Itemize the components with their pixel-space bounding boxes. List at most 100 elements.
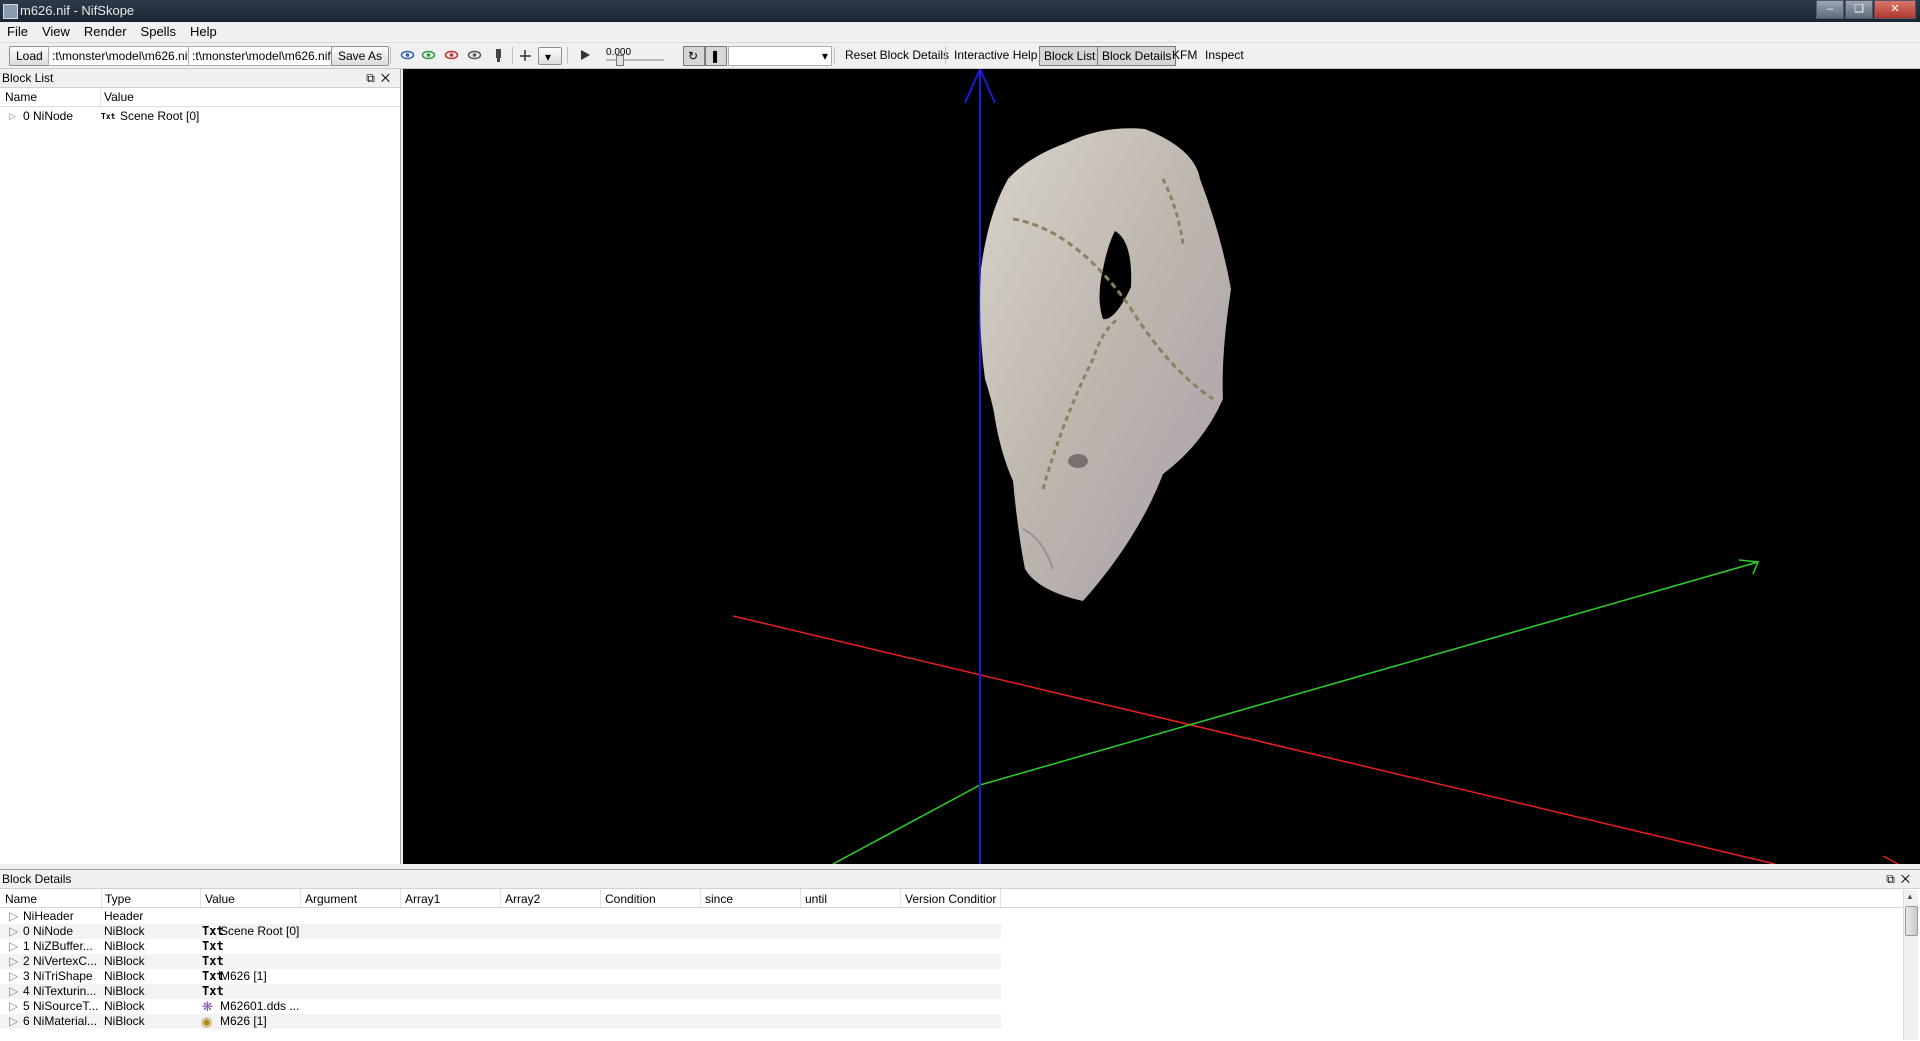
eye-gray-icon[interactable] xyxy=(467,48,482,62)
maximize-icon[interactable]: ❑ xyxy=(1845,0,1873,19)
save-path-field[interactable]: :t\monster\model\m626.nif xyxy=(188,46,334,66)
time-slider[interactable] xyxy=(606,59,664,61)
material-icon: ◉ xyxy=(201,1014,213,1029)
menu-spells[interactable]: Spells xyxy=(134,22,183,41)
menu-render[interactable]: Render xyxy=(77,22,134,41)
row-name: 2 NiVertexC... xyxy=(23,954,98,968)
table-row[interactable]: ▷ 6 NiMaterial... NiBlock ◉ M626 [1] xyxy=(0,1014,1001,1029)
expand-icon[interactable]: ▷ xyxy=(9,1014,18,1029)
txt-icon: Txt xyxy=(202,939,224,953)
expand-icon[interactable]: ▷ xyxy=(9,984,18,999)
column-since[interactable]: since xyxy=(705,892,733,906)
float-icon[interactable]: ⧉ xyxy=(1886,872,1901,886)
row-name: 1 NiZBuffer... xyxy=(23,939,93,953)
loop-icon[interactable]: ↻ xyxy=(683,46,705,66)
column-type[interactable]: Type xyxy=(105,892,131,906)
window-controls: – ❑ ✕ xyxy=(1815,0,1916,19)
table-row[interactable]: ▷ 2 NiVertexC... NiBlock Txt xyxy=(0,954,1001,969)
minimize-icon[interactable]: – xyxy=(1816,0,1844,19)
column-value[interactable]: Value xyxy=(205,892,235,906)
y-axis-lower xyxy=(832,784,981,864)
column-array2[interactable]: Array2 xyxy=(505,892,540,906)
row-name: 3 NiTriShape xyxy=(23,969,93,983)
menu-file[interactable]: File xyxy=(0,22,35,41)
column-array1[interactable]: Array1 xyxy=(405,892,440,906)
row-value: M626 [1] xyxy=(220,1014,267,1028)
details-scrollbar[interactable]: ▲ xyxy=(1903,890,1918,1040)
expand-icon[interactable]: ▷ xyxy=(9,999,18,1014)
float-icon[interactable]: ⧉ xyxy=(366,71,381,85)
expand-icon[interactable]: ▷ xyxy=(9,939,18,954)
row-type: NiBlock xyxy=(104,969,145,983)
expand-icon[interactable]: ▷ xyxy=(9,969,18,984)
row-type: NiBlock xyxy=(104,939,145,953)
row-type: NiBlock xyxy=(104,924,145,938)
table-row[interactable]: ▷ NiHeader Header xyxy=(0,909,1001,924)
block-details-title-bar: Block Details ⧉✕ xyxy=(0,870,1920,889)
eye-green-icon[interactable] xyxy=(421,48,436,62)
render-viewport[interactable] xyxy=(403,69,1920,864)
row-type: NiBlock xyxy=(104,1014,145,1028)
switch-icon[interactable]: ❚ xyxy=(705,46,727,66)
table-row[interactable]: ▷ 1 NiZBuffer... NiBlock Txt xyxy=(0,939,1001,954)
scroll-up-icon[interactable]: ▲ xyxy=(1906,892,1914,901)
expand-icon[interactable]: ▷ xyxy=(9,924,18,939)
eye-red-icon[interactable] xyxy=(444,48,459,62)
save-as-button[interactable]: Save As xyxy=(331,46,390,66)
row-name: 5 NiSourceT... xyxy=(23,999,99,1013)
kfm-button[interactable]: KFM xyxy=(1172,46,1197,64)
table-row[interactable]: ▷ 0 NiNode NiBlock Txt Scene Root [0] xyxy=(0,924,1001,939)
row-name: NiHeader xyxy=(23,909,74,923)
inspect-button[interactable]: Inspect xyxy=(1205,46,1244,64)
column-name[interactable]: Name xyxy=(5,90,37,104)
load-path-field[interactable]: :t\monster\model\m626.nif xyxy=(48,46,191,66)
panel-close-icon[interactable]: ✕ xyxy=(381,71,396,85)
table-row[interactable]: ▷ 4 NiTexturin... NiBlock Txt xyxy=(0,984,1001,999)
column-until[interactable]: until xyxy=(805,892,827,906)
expand-icon[interactable]: ▷ xyxy=(9,909,18,924)
interactive-help-button[interactable]: Interactive Help xyxy=(954,46,1037,64)
block-details-header: Name Type Value Argument Array1 Array2 C… xyxy=(0,889,1920,908)
eye-blue-icon[interactable] xyxy=(400,48,415,62)
block-list-header: Name Value xyxy=(0,88,400,107)
time-slider-handle[interactable] xyxy=(616,55,624,66)
panel-close-icon[interactable]: ✕ xyxy=(1901,872,1916,886)
close-icon[interactable]: ✕ xyxy=(1874,0,1916,19)
view-dropdown[interactable]: ▾ xyxy=(538,47,562,65)
load-button[interactable]: Load xyxy=(9,46,50,66)
app-icon xyxy=(3,4,18,19)
table-row[interactable]: ▷ 3 NiTriShape NiBlock Txt M626 [1] xyxy=(0,969,1001,984)
play-icon[interactable] xyxy=(578,48,593,62)
row-value: M62601.dds ... xyxy=(220,999,300,1013)
block-list-toggle[interactable]: Block List xyxy=(1039,46,1101,66)
column-value[interactable]: Value xyxy=(104,90,134,104)
menu-help[interactable]: Help xyxy=(183,22,224,41)
block-name: 0 NiNode xyxy=(23,109,74,123)
scene-view xyxy=(732,69,1899,864)
title-bar: m626.nif - NifSkope – ❑ ✕ xyxy=(0,0,1920,22)
window-title: m626.nif - NifSkope xyxy=(20,3,135,18)
table-row[interactable]: ▷ 5 NiSourceT... NiBlock ❋ M62601.dds ..… xyxy=(0,999,1001,1014)
column-version-condition[interactable]: Version Conditior xyxy=(905,892,996,906)
menu-bar: File View Render Spells Help xyxy=(0,22,1920,43)
block-details-title: Block Details xyxy=(2,872,72,886)
tree-row[interactable]: ▷ 0 NiNode Txt Scene Root [0] xyxy=(0,109,400,124)
txt-icon: Txt xyxy=(202,954,224,968)
axes-icon[interactable] xyxy=(518,48,533,62)
menu-view[interactable]: View xyxy=(35,22,77,41)
block-details-toggle[interactable]: Block Details xyxy=(1097,46,1177,66)
scroll-thumb[interactable] xyxy=(1905,906,1918,936)
row-value: Scene Root [0] xyxy=(220,924,300,938)
expand-icon[interactable]: ▷ xyxy=(9,109,16,124)
figure-icon[interactable] xyxy=(491,48,506,62)
row-value: M626 [1] xyxy=(220,969,267,983)
animation-select[interactable]: ▾ xyxy=(728,46,832,66)
reset-block-details-button[interactable]: Reset Block Details xyxy=(845,46,949,64)
toolbar: Load :t\monster\model\m626.nif :t\monste… xyxy=(0,43,1920,69)
block-value: Scene Root [0] xyxy=(120,109,200,123)
expand-icon[interactable]: ▷ xyxy=(9,954,18,969)
stone-model xyxy=(980,128,1231,601)
column-name[interactable]: Name xyxy=(5,892,37,906)
column-condition[interactable]: Condition xyxy=(605,892,656,906)
column-argument[interactable]: Argument xyxy=(305,892,357,906)
